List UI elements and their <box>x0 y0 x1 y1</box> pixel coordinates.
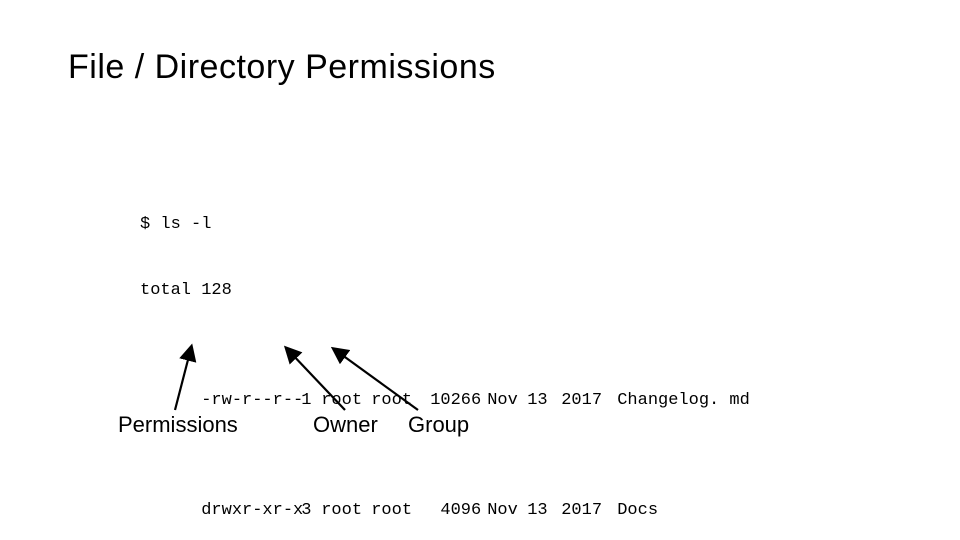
perm-cell: drwxr-xr-x <box>201 500 301 522</box>
group-cell: root <box>371 390 421 412</box>
command-line: $ ls -l <box>140 214 750 236</box>
day-cell: 13 <box>527 500 553 522</box>
month-cell: Nov <box>481 500 527 522</box>
year-cell: 2017 <box>553 500 611 522</box>
annotation-permissions: Permissions <box>118 412 238 438</box>
annotation-owner: Owner <box>313 412 378 438</box>
slide: File / Directory Permissions $ ls -l tot… <box>0 0 960 540</box>
name-cell: Changelog. md <box>611 390 750 412</box>
listing-row: drwxr-xr-x3rootroot4096Nov132017Docs <box>140 478 750 540</box>
total-line: total 128 <box>140 280 750 302</box>
links-cell: 3 <box>301 500 321 522</box>
month-cell: Nov <box>481 390 527 412</box>
group-cell: root <box>371 500 421 522</box>
links-cell: 1 <box>301 390 321 412</box>
owner-cell: root <box>321 500 371 522</box>
year-cell: 2017 <box>553 390 611 412</box>
size-cell: 10266 <box>421 390 481 412</box>
perm-cell: -rw-r--r-- <box>201 390 301 412</box>
annotation-group: Group <box>408 412 469 438</box>
owner-cell: root <box>321 390 371 412</box>
terminal-output: $ ls -l total 128 -rw-r--r--1rootroot102… <box>140 170 750 540</box>
name-cell: Docs <box>611 500 658 522</box>
day-cell: 13 <box>527 390 553 412</box>
size-cell: 4096 <box>421 500 481 522</box>
page-title: File / Directory Permissions <box>68 48 496 87</box>
